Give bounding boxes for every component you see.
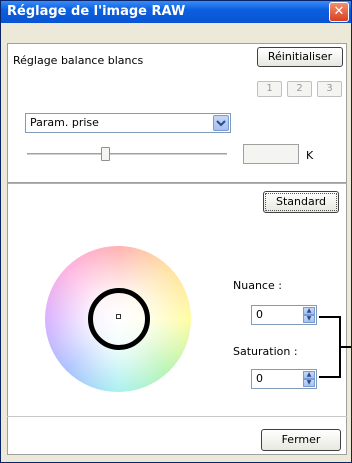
nuance-value: 0 — [256, 308, 263, 321]
standard-button[interactable]: Standard — [263, 191, 339, 213]
spin-up-icon[interactable]: ▲ — [303, 371, 315, 379]
preset-button-1[interactable]: 1 — [257, 81, 282, 97]
footer-divider — [7, 416, 347, 417]
window-title: Réglage de l'image RAW — [7, 4, 186, 19]
temperature-slider-track[interactable] — [27, 153, 227, 156]
nuance-spinner[interactable]: 0 ▲ ▼ — [251, 305, 317, 325]
temperature-slider-thumb[interactable] — [101, 147, 110, 161]
spin-down-icon[interactable]: ▼ — [303, 315, 315, 323]
raw-adjust-dialog: Réglage de l'image RAW ✕ Réglage balance… — [0, 0, 352, 463]
close-button[interactable]: Fermer — [261, 429, 341, 451]
chevron-down-icon[interactable] — [213, 115, 229, 131]
color-selector-ring[interactable] — [88, 288, 150, 350]
white-balance-mode-select[interactable]: Param. prise — [25, 113, 231, 133]
annotation-bracket-tick — [341, 346, 351, 348]
temperature-input[interactable] — [243, 144, 299, 164]
white-balance-label: Réglage balance blancs — [13, 54, 144, 67]
preset-button-2[interactable]: 2 — [287, 81, 312, 97]
spin-up-icon[interactable]: ▲ — [303, 307, 315, 315]
reset-button[interactable]: Réinitialiser — [257, 47, 343, 67]
nuance-label: Nuance : — [233, 279, 282, 292]
saturation-label: Saturation : — [233, 345, 298, 358]
preset-button-3[interactable]: 3 — [317, 81, 342, 97]
annotation-bracket — [319, 316, 341, 378]
temperature-unit: K — [306, 149, 314, 162]
color-selector-dot — [116, 314, 121, 319]
select-value: Param. prise — [30, 116, 99, 129]
saturation-value: 0 — [256, 372, 263, 385]
saturation-spinner[interactable]: 0 ▲ ▼ — [251, 369, 317, 389]
close-icon[interactable]: ✕ — [329, 2, 349, 22]
spin-down-icon[interactable]: ▼ — [303, 379, 315, 387]
title-bar[interactable]: Réglage de l'image RAW ✕ — [1, 1, 351, 23]
